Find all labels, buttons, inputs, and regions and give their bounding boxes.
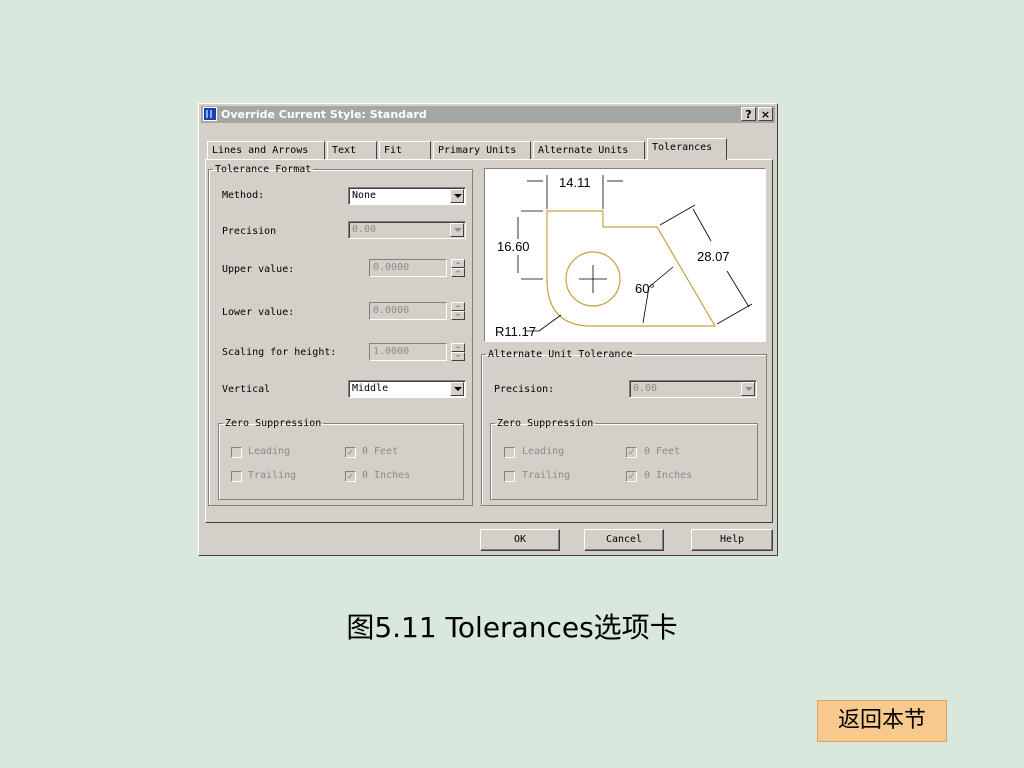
vertical-label: Vertical: [222, 384, 271, 395]
chevron-down-icon[interactable]: [450, 382, 464, 396]
precision-value: 0.00: [352, 224, 377, 235]
tolerance-preview: 14.11 16.60 28.07 60° R11.17: [484, 168, 766, 342]
upper-value-spinner[interactable]: [451, 259, 465, 277]
inches-checkbox[interactable]: ✓: [345, 471, 356, 482]
tab-alternate-units[interactable]: Alternate Units: [533, 141, 645, 159]
alt-feet-label: 0 Feet: [644, 446, 681, 457]
trailing-checkbox[interactable]: [231, 471, 242, 482]
alt-inches-label: 0 Inches: [644, 470, 693, 481]
zero-suppression-group-left: Zero Suppression: [218, 418, 464, 500]
dim-right-label: 28.07: [697, 249, 730, 264]
ok-button[interactable]: OK: [480, 529, 560, 551]
trailing-label: Trailing: [248, 470, 297, 481]
cancel-button[interactable]: Cancel: [584, 529, 664, 551]
alt-feet-checkbox[interactable]: ✓: [626, 447, 637, 458]
leading-checkbox[interactable]: [231, 447, 242, 458]
vertical-dropdown[interactable]: Middle: [348, 380, 466, 398]
vertical-value: Middle: [352, 383, 389, 394]
help-question-button[interactable]: ?: [741, 107, 756, 121]
figure-caption: 图5.11 Tolerances选项卡: [346, 611, 678, 644]
tolerance-format-legend: Tolerance Format: [215, 164, 312, 175]
alt-precision-dropdown[interactable]: 0.00: [629, 380, 757, 398]
alt-trailing-label: Trailing: [522, 470, 571, 481]
alt-precision-value: 0.00: [633, 383, 658, 394]
spin-down-icon[interactable]: [451, 311, 465, 320]
method-dropdown[interactable]: None: [348, 187, 466, 205]
upper-value-label: Upper value:: [222, 264, 295, 275]
zero-suppression-group-right: Zero Suppression: [490, 418, 758, 500]
feet-label: 0 Feet: [362, 446, 399, 457]
dialog-title: Override Current Style: Standard: [221, 108, 427, 121]
method-value: None: [352, 190, 377, 201]
alt-precision-label: Precision:: [494, 384, 555, 395]
precision-label: Precision: [222, 226, 277, 237]
dim-left-label: 16.60: [497, 239, 530, 254]
spin-up-icon[interactable]: [451, 343, 465, 352]
lower-value-spinner[interactable]: [451, 302, 465, 320]
spin-down-icon[interactable]: [451, 352, 465, 361]
chevron-down-icon[interactable]: [450, 189, 464, 203]
alternate-unit-tolerance-legend: Alternate Unit Tolerance: [488, 349, 633, 360]
app-icon: [203, 107, 217, 121]
precision-dropdown[interactable]: 0.00: [348, 221, 466, 239]
zero-suppression-legend: Zero Suppression: [225, 418, 322, 429]
lower-value-input[interactable]: 0.0000: [369, 302, 447, 320]
dim-top-label: 14.11: [559, 175, 591, 190]
inches-label: 0 Inches: [362, 470, 411, 481]
tab-fit[interactable]: Fit: [379, 141, 431, 159]
scaling-height-label: Scaling for height:: [222, 347, 337, 358]
tab-primary-units[interactable]: Primary Units: [433, 141, 531, 159]
scaling-height-input[interactable]: 1.0000: [369, 343, 447, 361]
chevron-down-icon[interactable]: [450, 223, 464, 237]
scaling-height-spinner[interactable]: [451, 343, 465, 361]
spin-down-icon[interactable]: [451, 268, 465, 277]
close-button[interactable]: ×: [758, 107, 773, 121]
chevron-down-icon[interactable]: [741, 382, 755, 396]
dim-angle-label: 60°: [635, 281, 655, 296]
upper-value-input[interactable]: 0.0000: [369, 259, 447, 277]
tab-lines-and-arrows[interactable]: Lines and Arrows: [207, 141, 325, 159]
alt-leading-label: Leading: [522, 446, 565, 457]
spin-up-icon[interactable]: [451, 259, 465, 268]
dim-radius-label: R11.17: [495, 324, 536, 339]
preview-shape: [546, 210, 717, 327]
tab-tolerances[interactable]: Tolerances: [647, 138, 727, 160]
alt-zero-suppression-legend: Zero Suppression: [497, 418, 594, 429]
method-label: Method:: [222, 190, 265, 201]
help-button[interactable]: Help: [691, 529, 773, 551]
tab-text[interactable]: Text: [327, 141, 377, 159]
alt-inches-checkbox[interactable]: ✓: [626, 471, 637, 482]
back-to-section-button[interactable]: 返回本节: [817, 700, 947, 742]
alt-trailing-checkbox[interactable]: [504, 471, 515, 482]
spin-up-icon[interactable]: [451, 302, 465, 311]
feet-checkbox[interactable]: ✓: [345, 447, 356, 458]
alt-leading-checkbox[interactable]: [504, 447, 515, 458]
lower-value-label: Lower value:: [222, 307, 295, 318]
preview-drawing: 14.11 16.60 28.07 60° R11.17: [495, 175, 753, 339]
leading-label: Leading: [248, 446, 291, 457]
title-bar[interactable]: Override Current Style: Standard ? ×: [201, 106, 775, 123]
